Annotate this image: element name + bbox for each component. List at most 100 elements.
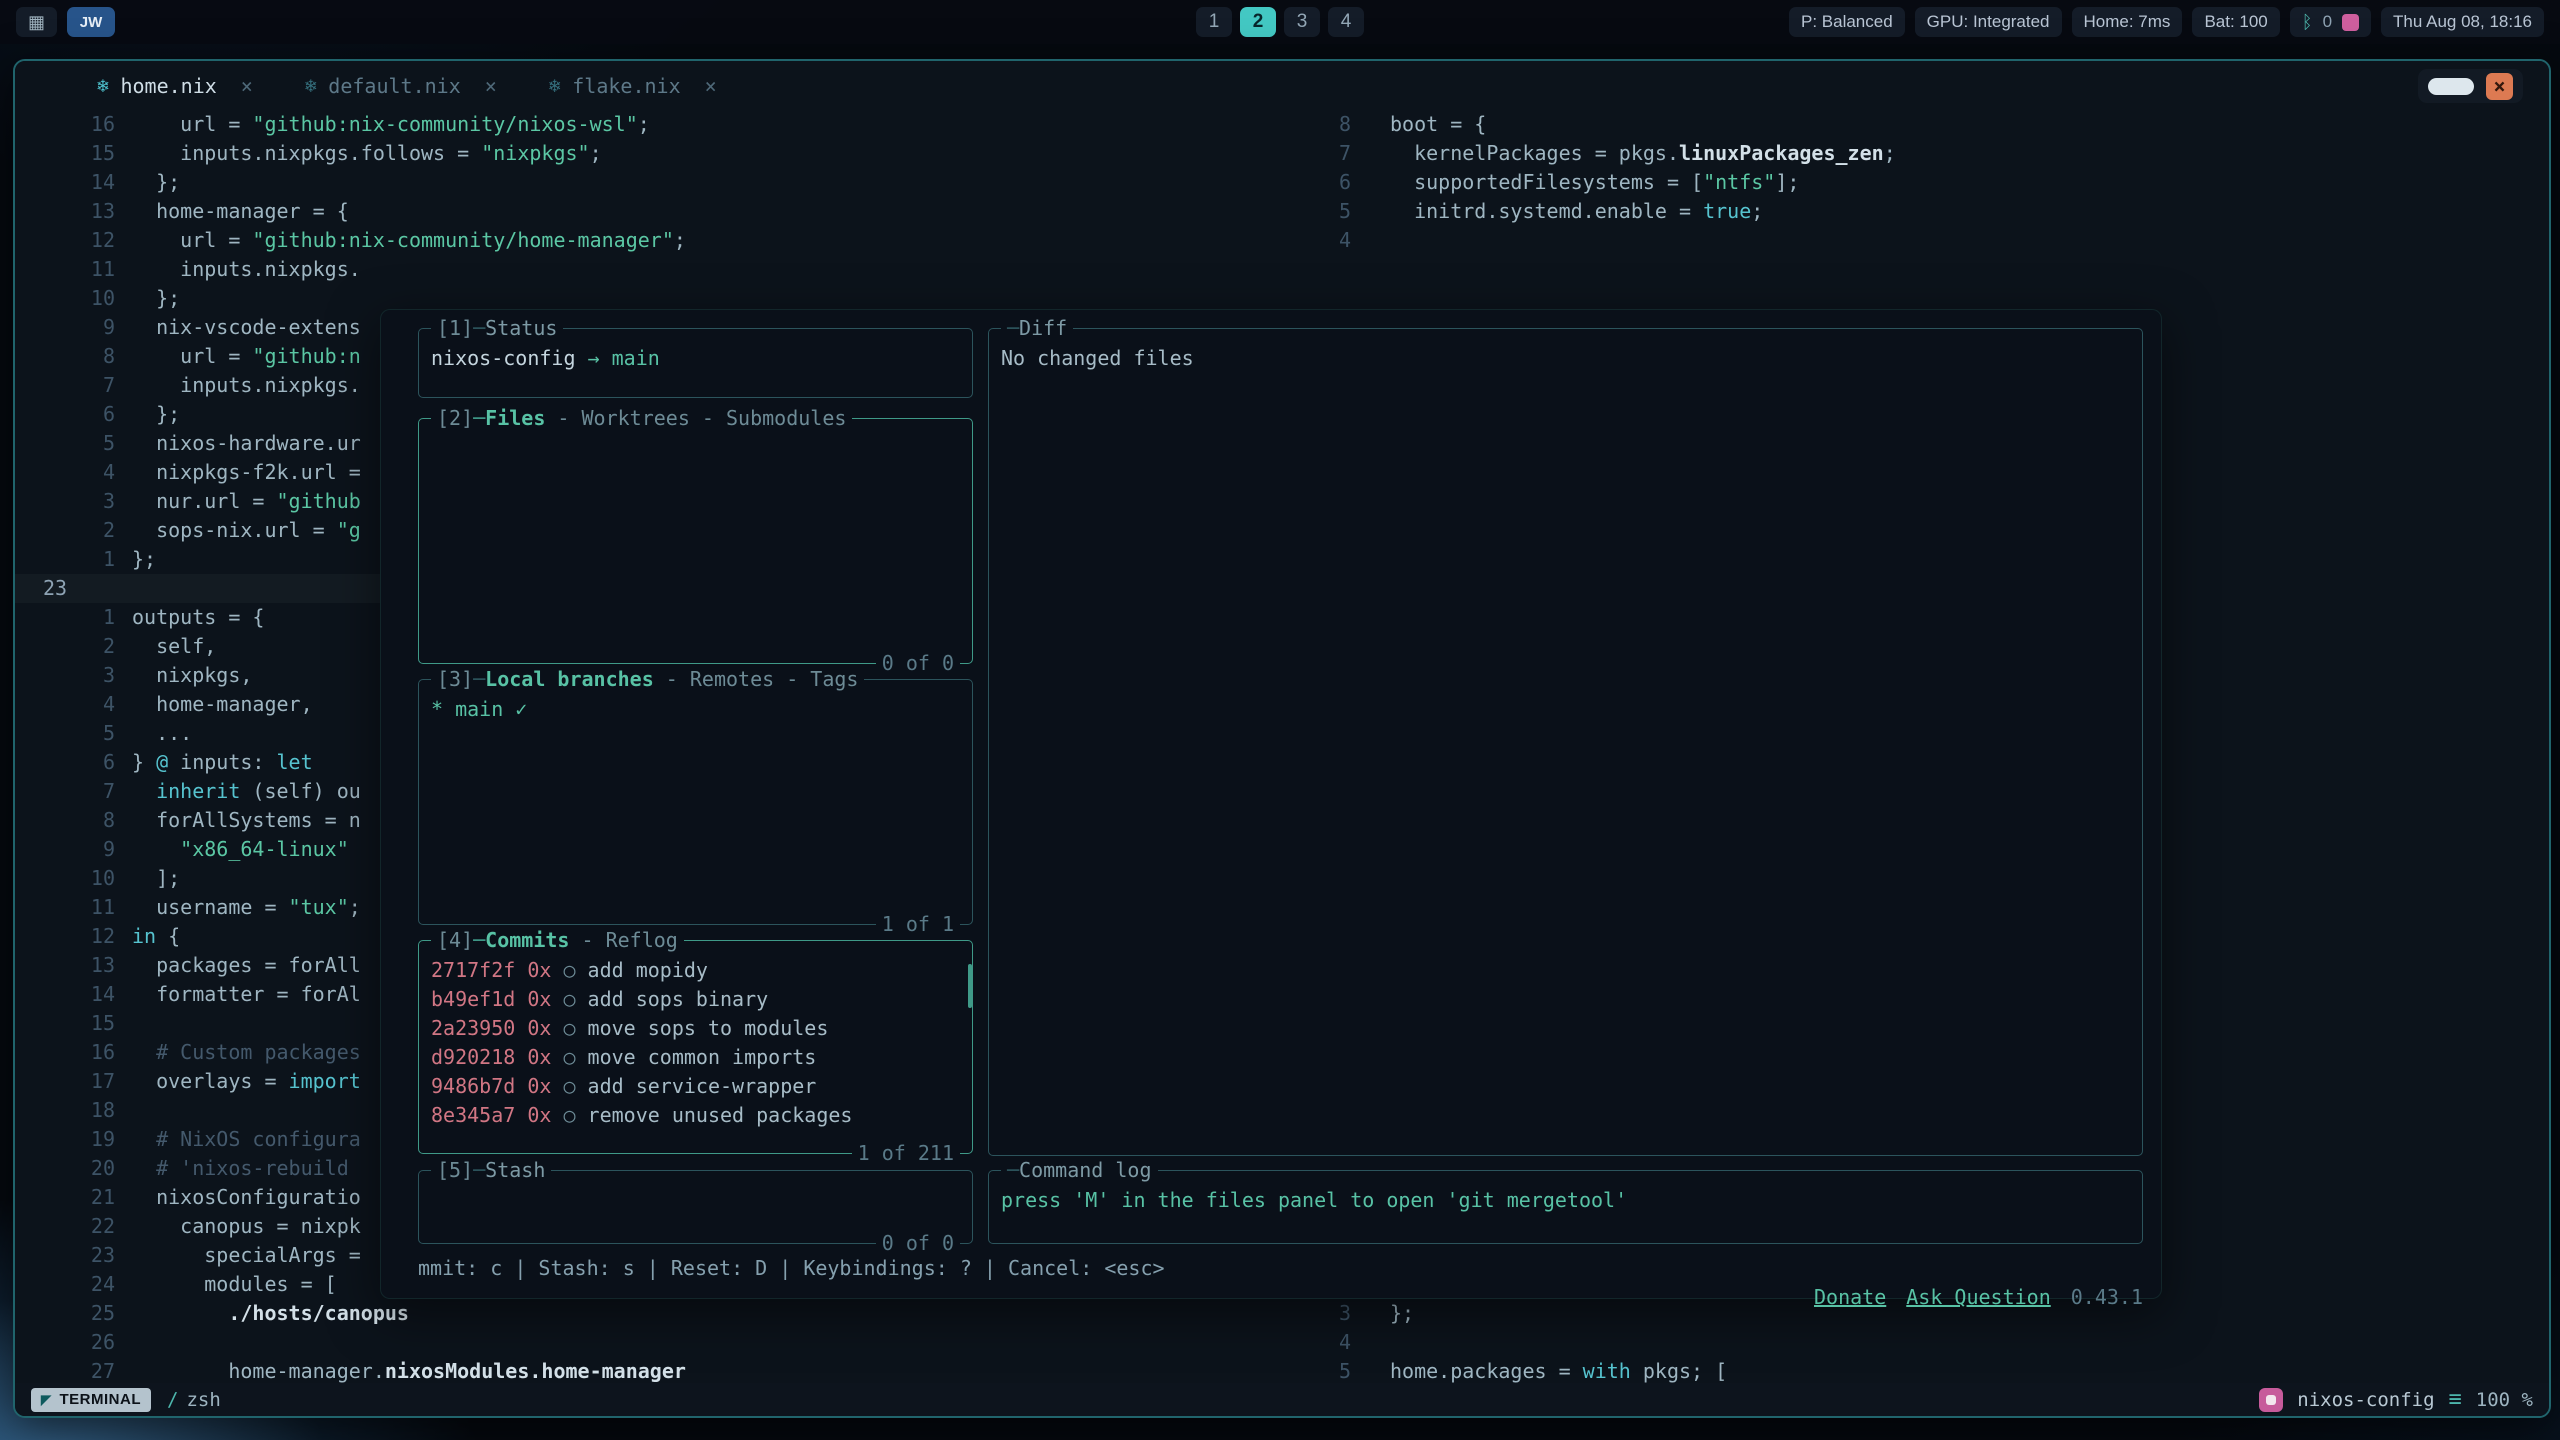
line-number: 10	[15, 864, 115, 893]
line-number: 6	[15, 400, 115, 429]
line-number: 7	[15, 777, 115, 806]
top-bar: ▦ JW 1234 P: Balanced GPU: Integrated Ho…	[0, 0, 2560, 44]
gpu-module[interactable]: GPU: Integrated	[1915, 7, 2062, 37]
lazygit-stash-panel[interactable]: [5]─Stash 0 of 0	[418, 1170, 973, 1244]
lazygit-branches-panel[interactable]: [3]─Local branches - Remotes - Tags * ma…	[418, 679, 973, 925]
repo-name: nixos-config	[431, 346, 576, 370]
shell-tab[interactable]: ∕ zsh	[167, 1389, 221, 1411]
workspace-button-2[interactable]: 2	[1240, 7, 1276, 37]
terminal-mode-label: TERMINAL	[60, 1391, 142, 1408]
lazygit-files-panel[interactable]: [2]─Files - Worktrees - Submodules 0 of …	[418, 418, 973, 664]
files-count: 0 of 0	[876, 649, 960, 678]
commits-scrollbar[interactable]	[968, 964, 972, 1008]
version-label: 0.43.1	[2071, 1285, 2143, 1309]
workspace-button-1[interactable]: 1	[1196, 7, 1232, 37]
apps-grid-icon: ▦	[28, 12, 45, 33]
commit-row[interactable]: b49ef1d 0x ○ add sops binary	[431, 985, 960, 1014]
commit-row[interactable]: 9486b7d 0x ○ add service-wrapper	[431, 1072, 960, 1101]
tab-close-icon[interactable]: ×	[241, 74, 253, 98]
apps-button[interactable]: ▦	[16, 7, 57, 37]
window-controls: ×	[2418, 69, 2523, 103]
bluetooth-icon[interactable]: ᛒ	[2302, 12, 2313, 33]
commit-row[interactable]: 2717f2f 0x ○ add mopidy	[431, 956, 960, 985]
session-name: nixos-config	[2297, 1389, 2434, 1411]
lazygit-command-log-panel[interactable]: ─Command log press 'M' in the files pane…	[988, 1170, 2143, 1244]
code-line: 11 inputs.nixpkgs.	[15, 255, 1325, 284]
latency-module[interactable]: Home: 7ms	[2072, 7, 2183, 37]
commits-count: 1 of 211	[852, 1139, 960, 1168]
branch-item[interactable]: * main ✓	[431, 697, 527, 721]
branches-count: 1 of 1	[876, 910, 960, 939]
tab-label: home.nix	[120, 74, 216, 98]
code-line: 15 inputs.nixpkgs.follows = "nixpkgs";	[15, 139, 1325, 168]
line-number: 13	[15, 197, 115, 226]
line-number: 8	[1305, 110, 1351, 139]
lazygit-commits-panel[interactable]: [4]─Commits - Reflog 2717f2f 0x ○ add mo…	[418, 940, 973, 1154]
window-toggle-pill[interactable]	[2428, 78, 2474, 95]
tab-flake-nix[interactable]: ❄ flake.nix ×	[527, 61, 739, 110]
commit-row[interactable]: 8e345a7 0x ○ remove unused packages	[431, 1101, 960, 1130]
terminal-icon: ◤	[41, 1392, 52, 1408]
shell-icon: ∕	[167, 1389, 178, 1411]
line-number: 2	[15, 632, 115, 661]
notification-count[interactable]: 0	[2323, 12, 2332, 32]
line-number: 7	[1305, 139, 1351, 168]
line-number: 16	[15, 110, 115, 139]
topbar-modules: P: Balanced GPU: Integrated Home: 7ms Ba…	[1789, 7, 2544, 37]
window-close-button[interactable]: ×	[2486, 73, 2513, 100]
battery-label: Bat: 100	[2204, 12, 2267, 32]
tab-close-icon[interactable]: ×	[705, 74, 717, 98]
line-number: 10	[15, 284, 115, 313]
code-line: 14 };	[15, 168, 1325, 197]
line-number: 11	[15, 255, 115, 284]
line-number: 3	[1305, 1299, 1351, 1328]
ask-question-link[interactable]: Ask Question	[1906, 1285, 2051, 1309]
line-number: 4	[1305, 226, 1351, 255]
line-number: 3	[15, 661, 115, 690]
system-tray[interactable]: ᛒ 0	[2290, 7, 2371, 37]
clock-module: Thu Aug 08, 18:16	[2381, 7, 2544, 37]
line-number: 6	[15, 748, 115, 777]
lazygit-diff-panel[interactable]: ─Diff No changed files	[988, 328, 2143, 1156]
workspace-button-4[interactable]: 4	[1328, 7, 1364, 37]
line-number: 9	[15, 313, 115, 342]
menu-lines-icon[interactable]: ≡	[2449, 1387, 2462, 1412]
diff-content: No changed files	[1001, 346, 1194, 370]
donate-link[interactable]: Donate	[1814, 1285, 1886, 1309]
power-profile-module[interactable]: P: Balanced	[1789, 7, 1905, 37]
workspace-button-3[interactable]: 3	[1284, 7, 1320, 37]
code-line: 7 kernelPackages = pkgs.linuxPackages_ze…	[1305, 139, 2549, 168]
line-number: 5	[1305, 197, 1351, 226]
line-number: 14	[15, 980, 115, 1009]
commit-row[interactable]: d920218 0x ○ move common imports	[431, 1043, 960, 1072]
session-icon	[2259, 1388, 2283, 1412]
line-number: 23	[15, 574, 115, 603]
shell-label: zsh	[186, 1389, 220, 1411]
code-line: 4	[1305, 226, 2549, 255]
line-number: 11	[15, 893, 115, 922]
line-number: 15	[15, 1009, 115, 1038]
tab-home-nix[interactable]: ❄ home.nix ×	[75, 61, 275, 110]
line-number: 3	[15, 487, 115, 516]
command-log-content: press 'M' in the files panel to open 'gi…	[1001, 1188, 1627, 1212]
tab-close-icon[interactable]: ×	[485, 74, 497, 98]
keybinding-hints: mmit: c | Stash: s | Reset: D | Keybindi…	[418, 1254, 1165, 1283]
terminal-mode-badge: ◤ TERMINAL	[31, 1388, 151, 1412]
battery-module[interactable]: Bat: 100	[2192, 7, 2279, 37]
line-number: 1	[15, 545, 115, 574]
line-number: 24	[15, 1270, 115, 1299]
code-line: 6 supportedFilesystems = ["ntfs"];	[1305, 168, 2549, 197]
commit-row[interactable]: 2a23950 0x ○ move sops to modules	[431, 1014, 960, 1043]
lazygit-status-panel[interactable]: [1]─Status nixos-config → main	[418, 328, 973, 398]
editor-area: 16 url = "github:nix-community/nixos-wsl…	[15, 110, 2549, 1383]
color-picker-icon[interactable]	[2342, 14, 2359, 31]
code-line: 5 initrd.systemd.enable = true;	[1305, 197, 2549, 226]
gpu-label: GPU: Integrated	[1927, 12, 2050, 32]
code-line: 25 ./hosts/canopus	[15, 1299, 1325, 1328]
tab-default-nix[interactable]: ❄ default.nix ×	[283, 61, 519, 110]
line-number: 5	[15, 429, 115, 458]
line-number: 17	[15, 1067, 115, 1096]
latency-label: Home: 7ms	[2084, 12, 2171, 32]
line-number: 20	[15, 1154, 115, 1183]
code-line: 8boot = {	[1305, 110, 2549, 139]
